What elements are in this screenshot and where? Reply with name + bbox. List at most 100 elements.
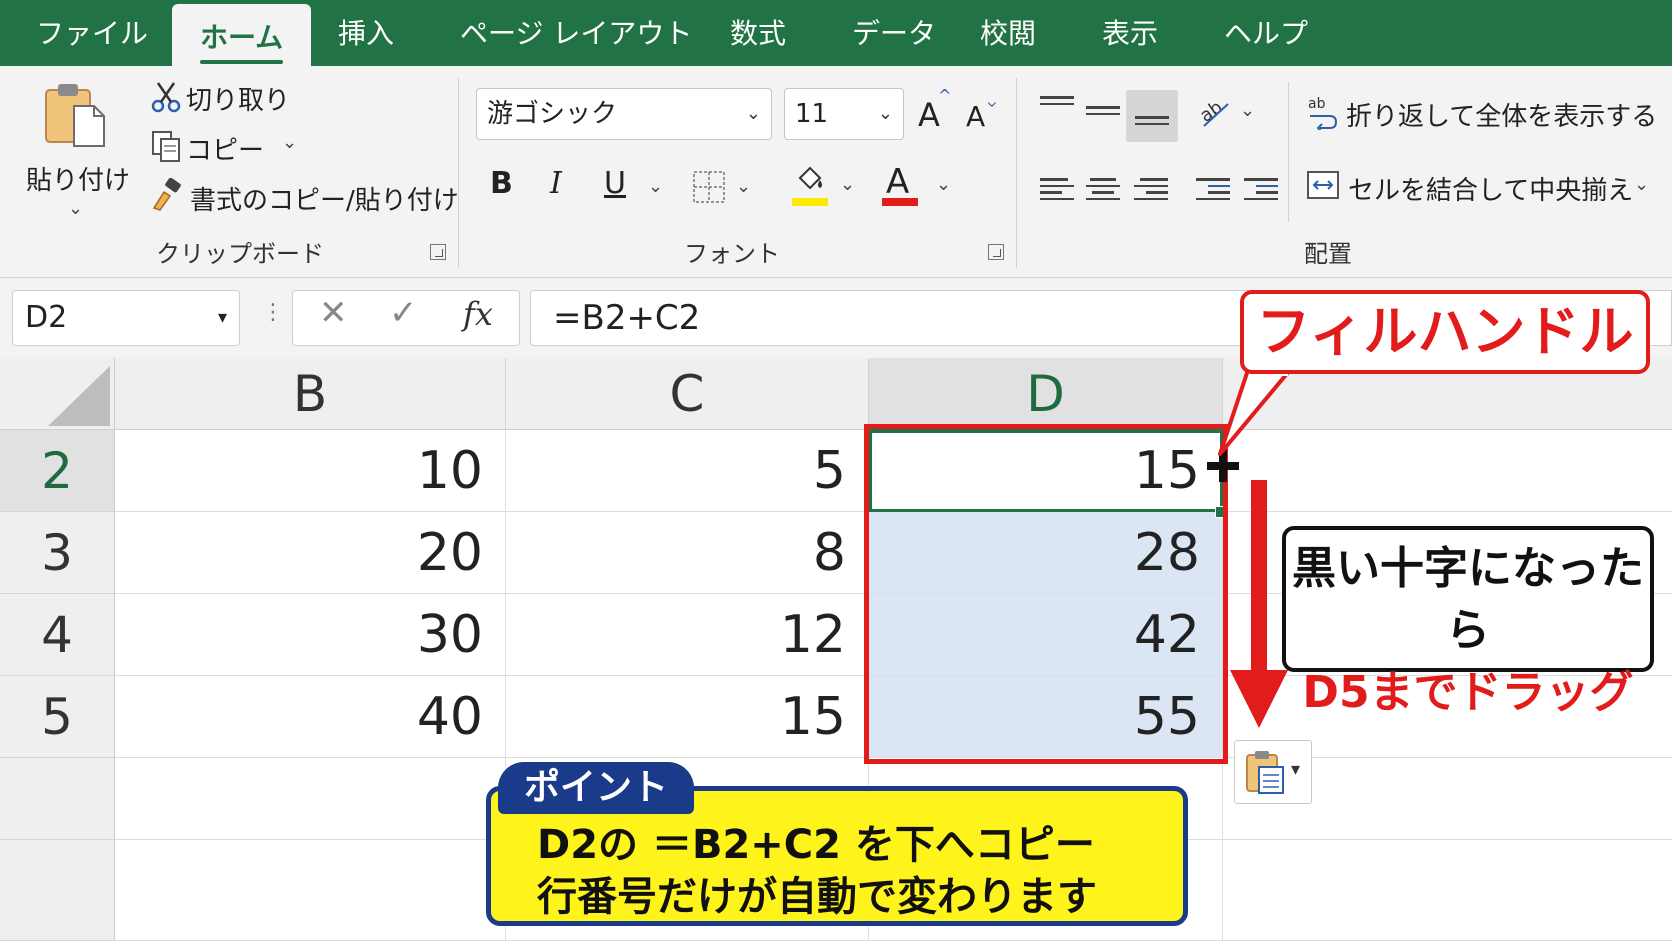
chevron-down-icon: ⌄ xyxy=(282,132,298,153)
svg-text:ab: ab xyxy=(1308,96,1326,112)
chevron-down-icon: ⌄ xyxy=(877,103,893,124)
cell-b7[interactable] xyxy=(115,840,506,941)
clipboard-dialog-launcher-icon[interactable] xyxy=(430,244,446,260)
wrap-text-label: 折り返して全体を表示する xyxy=(1346,102,1658,132)
italic-button[interactable]: I xyxy=(550,166,562,201)
merge-center-button[interactable]: セルを結合して中央揃え ⌄ xyxy=(1306,166,1652,210)
chevron-down-icon: ⌄ xyxy=(936,174,952,195)
fill-color-swatch xyxy=(792,198,828,206)
borders-icon xyxy=(693,171,725,203)
align-middle-icon[interactable] xyxy=(1086,106,1120,128)
confirm-check-icon[interactable]: ✓ xyxy=(389,293,418,333)
row-header-7[interactable] xyxy=(0,840,115,941)
paste-label: 貼り付け xyxy=(26,166,131,196)
fill-color-button[interactable]: ⌄ xyxy=(790,162,860,212)
insert-function-button[interactable]: fx xyxy=(463,295,493,333)
align-right-icon[interactable] xyxy=(1134,178,1168,200)
row-header-2[interactable]: 2 xyxy=(0,430,115,512)
text-orientation-icon: ab xyxy=(1196,97,1229,127)
font-color-icon: A xyxy=(886,162,910,202)
cell-b5[interactable]: 40 xyxy=(115,676,506,758)
chevron-down-icon: ⌄ xyxy=(840,174,856,195)
name-box[interactable]: D2 ▾ xyxy=(12,290,240,346)
formula-bar-splitter[interactable]: ⋮ xyxy=(262,300,284,325)
name-box-value: D2 xyxy=(25,300,68,335)
paste-options-button[interactable]: ▾ xyxy=(1234,740,1312,804)
cell-c5[interactable]: 15 xyxy=(506,676,869,758)
cancel-icon[interactable]: ✕ xyxy=(319,293,348,333)
align-top-icon[interactable] xyxy=(1040,96,1074,118)
formula-actions: ✕ ✓ fx xyxy=(292,290,520,346)
tab-data[interactable]: データ xyxy=(852,12,936,56)
increase-indent-icon[interactable] xyxy=(1244,178,1278,200)
drag-instruction-line1: 黒い十字になったら xyxy=(1292,543,1644,656)
cell-c4[interactable]: 12 xyxy=(506,594,869,676)
cell-b6[interactable] xyxy=(115,758,506,840)
clipboard-paste-icon xyxy=(45,84,105,147)
orientation-button[interactable]: ab ⌄ xyxy=(1196,94,1260,134)
chevron-down-icon[interactable]: ⌄ xyxy=(648,176,663,197)
cell-e7[interactable] xyxy=(1223,840,1672,941)
cell-c2[interactable]: 5 xyxy=(506,430,869,512)
merge-center-label: セルを結合して中央揃え xyxy=(1348,176,1634,206)
tab-insert[interactable]: 挿入 xyxy=(338,12,394,56)
align-bottom-icon xyxy=(1135,116,1169,138)
underline-button[interactable]: U xyxy=(604,166,626,201)
row-header-3[interactable]: 3 xyxy=(0,512,115,594)
tab-help[interactable]: ヘルプ xyxy=(1224,12,1308,56)
align-center-icon[interactable] xyxy=(1086,178,1120,200)
tab-home[interactable]: ホーム xyxy=(172,4,312,74)
font-name-dropdown[interactable]: 游ゴシック ⌄ xyxy=(476,88,772,140)
column-header-c[interactable]: C xyxy=(506,358,869,430)
wrap-text-button[interactable]: ab 折り返して全体を表示する xyxy=(1306,94,1657,134)
row-header-6[interactable] xyxy=(0,758,115,840)
highlight-frame xyxy=(864,424,1228,764)
increase-font-icon: A xyxy=(918,96,940,134)
paste-button[interactable]: 貼り付け ⌄ xyxy=(18,80,131,219)
tab-view[interactable]: 表示 xyxy=(1102,12,1158,56)
font-size-value: 11 xyxy=(795,99,829,129)
group-divider xyxy=(1288,82,1289,222)
row-header-4[interactable]: 4 xyxy=(0,594,115,676)
formula-value: =B2+C2 xyxy=(553,298,701,338)
font-color-button[interactable]: A ⌄ xyxy=(880,162,952,212)
bold-button[interactable]: B xyxy=(490,166,513,201)
font-color-swatch xyxy=(882,198,918,206)
align-bottom-button[interactable] xyxy=(1126,90,1178,142)
caret-up-icon: ^ xyxy=(938,86,952,105)
row-header-5[interactable]: 5 xyxy=(0,676,115,758)
tab-review[interactable]: 校閲 xyxy=(980,12,1036,56)
tab-page-layout[interactable]: ページ レイアウト xyxy=(460,12,692,56)
drag-instruction-line2: D5までドラッグ xyxy=(1302,667,1634,718)
column-header-b[interactable]: B xyxy=(115,358,506,430)
chevron-down-icon: ⌄ xyxy=(1634,174,1650,195)
copy-button[interactable]: コピー ⌄ xyxy=(150,130,300,166)
increase-font-size-button[interactable]: A ^ xyxy=(916,86,956,136)
format-painter-icon xyxy=(152,178,181,211)
cell-b4[interactable]: 30 xyxy=(115,594,506,676)
copy-label: コピー xyxy=(186,136,265,166)
paint-bucket-icon xyxy=(798,166,822,190)
align-left-icon[interactable] xyxy=(1040,178,1074,200)
borders-button[interactable]: ⌄ xyxy=(692,168,756,208)
font-name-value: 游ゴシック xyxy=(487,99,618,129)
chevron-down-icon: ⌄ xyxy=(736,176,752,197)
cell-c3[interactable]: 8 xyxy=(506,512,869,594)
cut-button[interactable]: 切り取り xyxy=(150,80,300,116)
format-painter-label: 書式のコピー/貼り付け xyxy=(190,186,459,216)
clipboard-icon xyxy=(1246,751,1284,794)
caret-down-icon: ^ xyxy=(986,92,998,108)
font-dialog-launcher-icon[interactable] xyxy=(988,244,1004,260)
cell-b2[interactable]: 10 xyxy=(115,430,506,512)
cut-label: 切り取り xyxy=(186,86,291,116)
font-size-dropdown[interactable]: 11 ⌄ xyxy=(784,88,904,140)
decrease-indent-icon[interactable] xyxy=(1196,178,1230,200)
cell-b3[interactable]: 20 xyxy=(115,512,506,594)
tab-formulas[interactable]: 数式 xyxy=(730,12,786,56)
format-painter-button[interactable]: 書式のコピー/貼り付け xyxy=(150,178,459,216)
column-header-d[interactable]: D xyxy=(869,358,1223,430)
merge-cells-icon xyxy=(1307,171,1339,199)
decrease-font-size-button[interactable]: A ^ xyxy=(964,92,1004,136)
select-all-button[interactable] xyxy=(0,358,115,430)
tab-file[interactable]: ファイル xyxy=(36,12,148,56)
